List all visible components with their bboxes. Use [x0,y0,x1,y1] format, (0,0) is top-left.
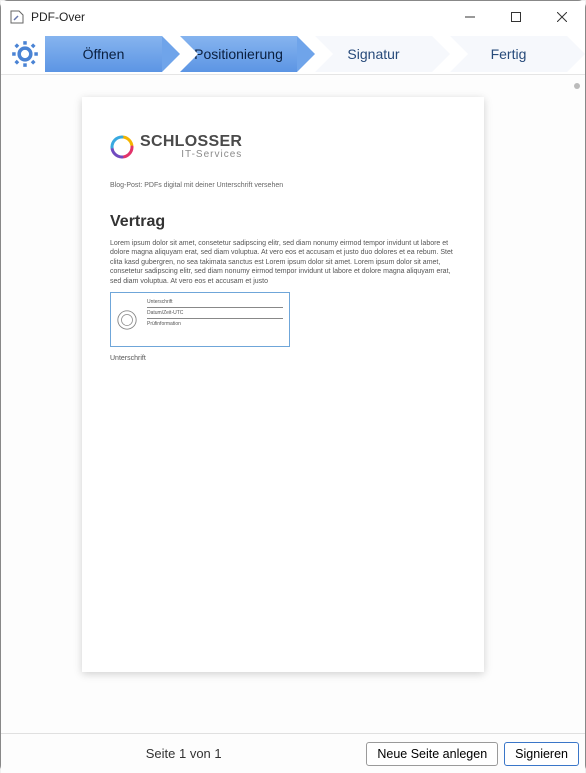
app-icon [9,9,25,25]
page-info: Seite 1 von 1 [7,746,360,761]
step-label: Öffnen [83,46,125,62]
step-position[interactable]: Positionierung [180,36,297,72]
signature-label: Unterschrift [110,355,456,362]
sig-line: Datum/Zeit-UTC [147,307,283,316]
step-bar: Öffnen Positionierung Signatur Fertig [1,33,585,75]
step-label: Positionierung [194,46,283,62]
logo-icon [110,135,134,159]
window-title: PDF-Over [31,10,447,24]
scroll-up-icon [574,83,580,89]
document-blogpost: Blog-Post: PDFs digital mit deiner Unter… [110,182,456,189]
footer-bar: Seite 1 von 1 Neue Seite anlegen Signier… [1,733,585,773]
close-button[interactable] [539,1,585,33]
document-logo: SCHLOSSER IT-Services [110,133,456,160]
minimize-button[interactable] [447,1,493,33]
title-bar: PDF-Over [1,1,585,33]
sig-line: Unterschrift [147,297,283,305]
sig-line: Prüfinformation [147,318,283,327]
wizard-steps: Öffnen Positionierung Signatur Fertig [45,36,585,72]
maximize-button[interactable] [493,1,539,33]
step-label: Fertig [491,46,527,62]
step-finish[interactable]: Fertig [450,36,567,72]
document-viewer: SCHLOSSER IT-Services Blog-Post: PDFs di… [1,75,585,733]
settings-button[interactable] [5,40,45,68]
document-heading: Vertrag [110,213,456,231]
seal-icon [116,309,138,331]
step-open[interactable]: Öffnen [45,36,162,72]
step-signature[interactable]: Signatur [315,36,432,72]
signature-placement-box[interactable]: Unterschrift Datum/Zeit-UTC Prüfinformat… [110,292,290,347]
window-controls [447,1,585,33]
pdf-page[interactable]: SCHLOSSER IT-Services Blog-Post: PDFs di… [82,97,484,672]
document-paragraph: Lorem ipsum dolor sit amet, consetetur s… [110,239,456,286]
step-label: Signatur [347,46,399,62]
page-holder: SCHLOSSER IT-Services Blog-Post: PDFs di… [1,75,565,733]
scrollbar[interactable] [573,83,581,703]
sign-button[interactable]: Signieren [504,742,579,766]
new-page-button[interactable]: Neue Seite anlegen [366,742,498,766]
